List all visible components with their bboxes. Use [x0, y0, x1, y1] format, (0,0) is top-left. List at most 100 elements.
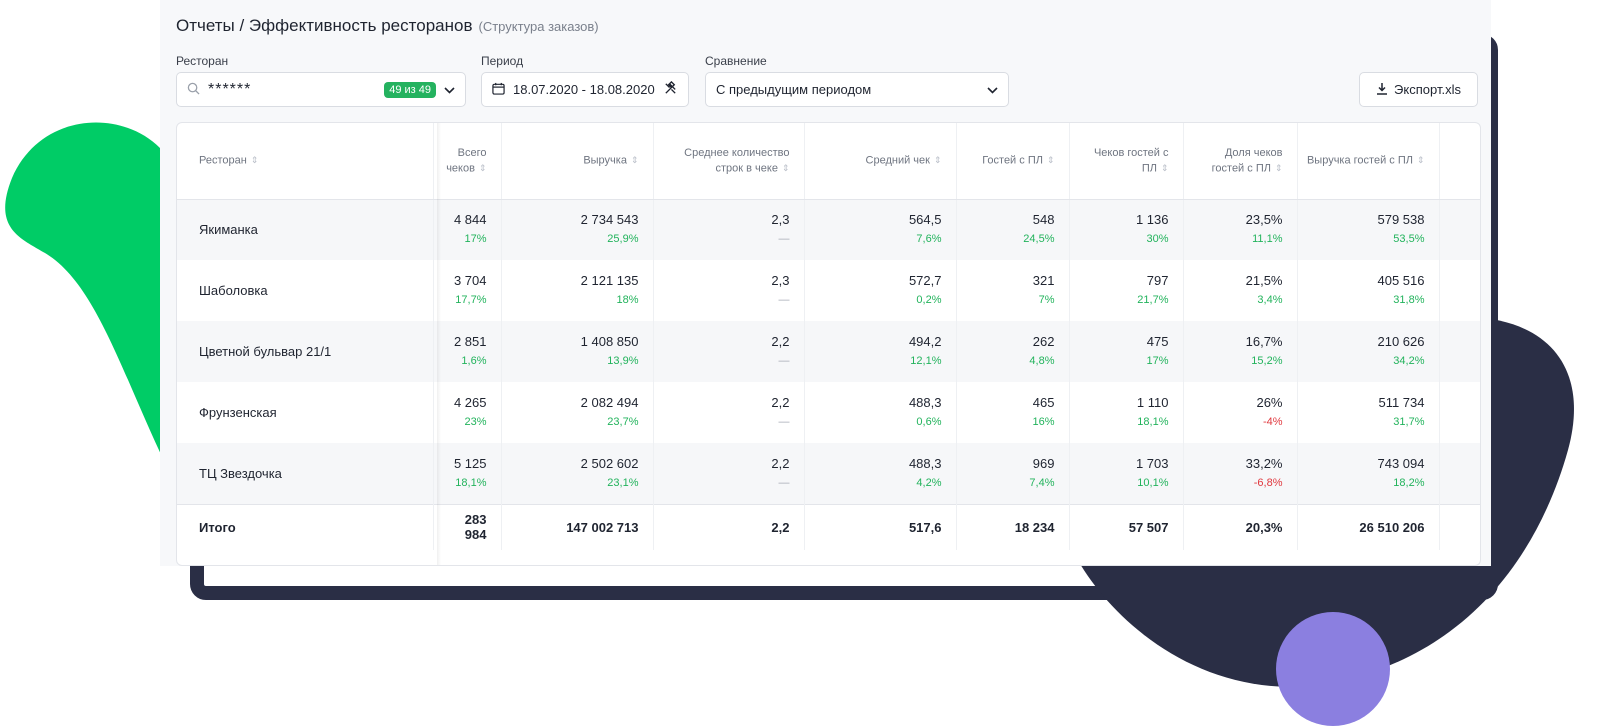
row-spacer	[1439, 443, 1480, 504]
cell-delta: 34,2%	[1393, 355, 1425, 367]
table-cell: 26% -4%	[1183, 382, 1298, 443]
restaurant-select[interactable]: ****** 49 из 49	[176, 72, 466, 107]
total-cell: 57 507	[1069, 503, 1184, 550]
table-row[interactable]: Якиманка 4 844 17% 2 734 543 25,9% 2,3 — 564,5 7…	[177, 199, 1480, 260]
table-cell: 321 7%	[956, 260, 1070, 321]
sort-icon[interactable]: ⇕	[782, 161, 790, 176]
cell-delta: 7,6%	[916, 233, 942, 246]
cell-value: 33,2%	[1245, 455, 1283, 471]
table-cell: 1 408 850 13,9%	[501, 321, 654, 382]
cell-value: 2,2	[771, 334, 790, 349]
column-header[interactable]: Всего чеков ⇕	[433, 123, 502, 200]
cell-delta: 4,2%	[916, 476, 942, 489]
cell-delta: 18,1%	[1137, 416, 1169, 428]
purple-circle-decoration	[1276, 612, 1390, 726]
table-cell: 2 502 602 23,1%	[501, 443, 654, 504]
cell-value: 5 125	[453, 455, 487, 471]
row-spacer	[1439, 503, 1480, 550]
column-header-label: Гостей с ПЛ	[982, 154, 1043, 167]
sticky-column-shadow	[437, 123, 441, 565]
cell-value: 210 626	[1377, 334, 1425, 349]
cell-delta: 18,1%	[455, 476, 487, 489]
table-cell: 494,2 12,1%	[804, 321, 957, 382]
row-spacer	[1439, 382, 1480, 443]
total-cell: 283 984	[433, 503, 502, 550]
sort-icon[interactable]: ⇕	[251, 153, 259, 168]
cell-value: 2 502 602	[580, 455, 639, 471]
cell-delta: 21,7%	[1137, 294, 1169, 306]
sort-icon[interactable]: ⇕	[1417, 153, 1425, 168]
column-header-label: Доля чеков гостей с ПЛ	[1211, 146, 1283, 174]
total-cell: 147 002 713	[501, 503, 654, 550]
cell-delta: 31,7%	[1393, 416, 1425, 428]
cell-value: 4 844	[453, 212, 487, 228]
cell-value: 797	[1146, 273, 1169, 288]
comparison-select[interactable]: С предыдущим периодом	[705, 72, 1009, 107]
cell-value: 3 704	[453, 273, 487, 288]
table-cell: 797 21,7%	[1069, 260, 1184, 321]
cell-value: 26%	[1256, 395, 1283, 410]
column-header[interactable]: Выручка гостей с ПЛ ⇕	[1297, 123, 1440, 200]
column-header[interactable]: Среднее количество строк в чеке ⇕	[653, 123, 805, 200]
app-window: Отчеты / Эффективность ресторанов (Струк…	[160, 0, 1491, 566]
table-cell: 4 265 23%	[433, 382, 502, 443]
export-button[interactable]: Экспорт.xls	[1359, 72, 1478, 107]
table-row[interactable]: Цветной бульвар 21/1 2 851 1,6% 1 408 850 13…	[177, 321, 1480, 382]
total-cell: 517,6	[804, 503, 957, 550]
cell-delta: 53,5%	[1393, 233, 1425, 246]
cell-delta: 7%	[1038, 294, 1055, 306]
cell-delta: 0,2%	[916, 294, 942, 306]
restaurant-name-cell: Фрунзенская	[177, 382, 434, 443]
cell-delta: 31,8%	[1393, 294, 1425, 306]
column-header[interactable]: Выручка ⇕	[501, 123, 654, 200]
cell-delta: —	[778, 476, 790, 489]
table-row[interactable]: Шаболовка 3 704 17,7% 2 121 135 18% 2,3 — 572,7…	[177, 260, 1480, 321]
table-row[interactable]: ТЦ Звездочка 5 125 18,1% 2 502 602 23,1% 2,2 —…	[177, 443, 1480, 504]
hammer-icon[interactable]	[663, 80, 678, 99]
selected-count-badge: 49 из 49	[384, 81, 436, 98]
calendar-icon	[492, 82, 505, 98]
period-picker[interactable]: 18.07.2020 - 18.08.2020	[481, 72, 689, 107]
cell-delta: 13,9%	[607, 355, 639, 367]
cell-value: 494,2	[908, 334, 942, 349]
cell-delta: 12,1%	[910, 355, 942, 367]
cell-value: 21,5%	[1245, 273, 1283, 288]
table-cell: 1 703 10,1%	[1069, 443, 1184, 504]
total-label: Итого	[177, 503, 434, 550]
cell-delta: 17%	[464, 233, 487, 246]
restaurant-name-cell: Шаболовка	[177, 260, 434, 321]
column-header[interactable]: Гостей с ПЛ ⇕	[956, 123, 1070, 200]
cell-value: 1 136	[1135, 212, 1169, 228]
cell-value: 23,5%	[1245, 212, 1283, 228]
cell-delta: 18%	[616, 294, 639, 306]
cell-delta: 11,1%	[1252, 233, 1283, 246]
column-header[interactable]: Доля чеков гостей с ПЛ ⇕	[1183, 123, 1298, 200]
report-table: Ресторан ⇕ Всего чеков ⇕ Выручка ⇕ Среднее кол…	[177, 123, 1480, 550]
cell-delta: 24,5%	[1023, 233, 1055, 246]
cell-value: 564,5	[908, 212, 942, 228]
column-header[interactable]: Ресторан ⇕	[177, 123, 434, 200]
sort-icon[interactable]: ⇕	[934, 153, 942, 168]
sort-icon[interactable]: ⇕	[1161, 161, 1169, 176]
row-spacer	[1439, 321, 1480, 382]
cell-value: 2,3	[771, 273, 790, 288]
sort-icon[interactable]: ⇕	[1047, 153, 1055, 168]
page-title: Отчеты / Эффективность ресторанов	[176, 16, 473, 35]
column-header-label: Выручка	[583, 154, 627, 167]
table-cell: 1 110 18,1%	[1069, 382, 1184, 443]
column-header[interactable]: Чеков гостей с ПЛ ⇕	[1069, 123, 1184, 200]
cell-value: 262	[1032, 334, 1055, 349]
search-icon	[187, 82, 200, 98]
column-header[interactable]: Средний чек ⇕	[804, 123, 957, 200]
table-row[interactable]: Фрунзенская 4 265 23% 2 082 494 23,7% 2,2 — 488…	[177, 382, 1480, 443]
sort-icon[interactable]: ⇕	[1275, 161, 1283, 176]
cell-value: 548	[1032, 212, 1055, 228]
table-body: Якиманка 4 844 17% 2 734 543 25,9% 2,3 — 564,5 7…	[177, 199, 1480, 550]
cell-delta: 3,4%	[1257, 294, 1283, 306]
cell-value: 1 408 850	[580, 334, 639, 349]
cell-delta: 23,7%	[607, 416, 639, 428]
sort-icon[interactable]: ⇕	[479, 161, 487, 176]
restaurant-select-value: ******	[208, 80, 252, 98]
sort-icon[interactable]: ⇕	[631, 153, 639, 168]
cell-value: 2,2	[771, 455, 790, 471]
